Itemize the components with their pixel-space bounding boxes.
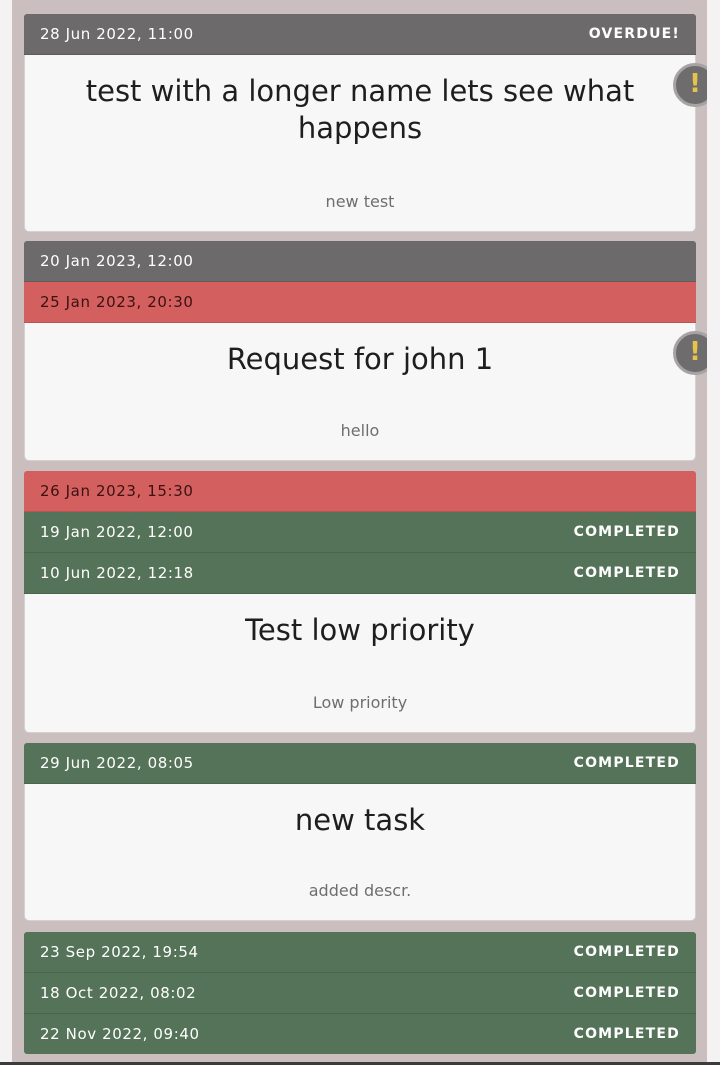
task-title: new task (294, 803, 426, 837)
task-description: hello (340, 421, 380, 440)
task-date: 20 Jan 2023, 12:00 (40, 252, 194, 270)
task-date: 19 Jan 2022, 12:00 (40, 523, 194, 541)
task-card[interactable]: new task added descr. (24, 784, 696, 921)
task-description: added descr. (308, 881, 412, 900)
task-group[interactable]: 20 Jan 2023, 12:00 25 Jan 2023, 20:30 ! … (24, 241, 707, 461)
task-date-bar[interactable]: 10 Jun 2022, 12:18 COMPLETED (24, 553, 696, 594)
task-title: Test low priority (245, 613, 475, 647)
task-date-bar[interactable]: 19 Jan 2022, 12:00 COMPLETED (24, 512, 696, 553)
task-date-bar[interactable]: 29 Jun 2022, 08:05 COMPLETED (24, 743, 696, 784)
task-title: Request for john 1 (226, 342, 494, 376)
task-date-bar[interactable]: 26 Jan 2023, 15:30 (24, 471, 696, 512)
task-date-bar[interactable]: 23 Sep 2022, 19:54 COMPLETED (24, 932, 696, 973)
task-list-panel: 28 Jun 2022, 11:00 OVERDUE! ! test with … (12, 0, 707, 1062)
exclamation-icon: ! (689, 337, 701, 367)
task-group[interactable]: 29 Jun 2022, 08:05 COMPLETED new task ad… (24, 743, 696, 921)
status-badge: COMPLETED (573, 944, 680, 960)
task-date: 10 Jun 2022, 12:18 (40, 564, 194, 582)
status-badge: COMPLETED (573, 755, 680, 771)
task-group[interactable]: 26 Jan 2023, 15:30 19 Jan 2022, 12:00 CO… (24, 471, 696, 733)
task-description: Low priority (312, 693, 408, 712)
task-date-bar[interactable]: 25 Jan 2023, 20:30 (24, 282, 696, 323)
task-date: 28 Jun 2022, 11:00 (40, 25, 194, 43)
status-badge: COMPLETED (573, 524, 680, 540)
task-card[interactable]: ! Request for john 1 hello (24, 323, 707, 461)
task-card[interactable]: Test low priority Low priority (24, 594, 696, 733)
task-date: 18 Oct 2022, 08:02 (40, 984, 197, 1002)
task-group[interactable]: 23 Sep 2022, 19:54 COMPLETED 18 Oct 2022… (24, 932, 696, 1054)
task-date: 26 Jan 2023, 15:30 (40, 482, 194, 500)
task-date-bar[interactable]: 28 Jun 2022, 11:00 OVERDUE! (24, 14, 696, 55)
status-badge: COMPLETED (573, 985, 680, 1001)
task-date: 25 Jan 2023, 20:30 (40, 293, 194, 311)
task-card[interactable]: ! test with a longer name lets see what … (24, 55, 707, 232)
task-date-bar[interactable]: 18 Oct 2022, 08:02 COMPLETED (24, 973, 696, 1014)
task-description: new test (325, 192, 395, 211)
status-badge: OVERDUE! (588, 26, 680, 42)
task-date: 29 Jun 2022, 08:05 (40, 754, 194, 772)
task-title: test with a longer name lets see what ha… (85, 74, 635, 145)
exclamation-icon: ! (689, 69, 701, 99)
task-date-bar[interactable]: 20 Jan 2023, 12:00 (24, 241, 696, 282)
task-date: 23 Sep 2022, 19:54 (40, 943, 199, 961)
status-badge: COMPLETED (573, 565, 680, 581)
task-group[interactable]: 28 Jun 2022, 11:00 OVERDUE! ! test with … (24, 14, 707, 232)
task-date: 22 Nov 2022, 09:40 (40, 1025, 200, 1043)
task-date-bar[interactable]: 22 Nov 2022, 09:40 COMPLETED (24, 1014, 696, 1054)
status-badge: COMPLETED (573, 1026, 680, 1042)
